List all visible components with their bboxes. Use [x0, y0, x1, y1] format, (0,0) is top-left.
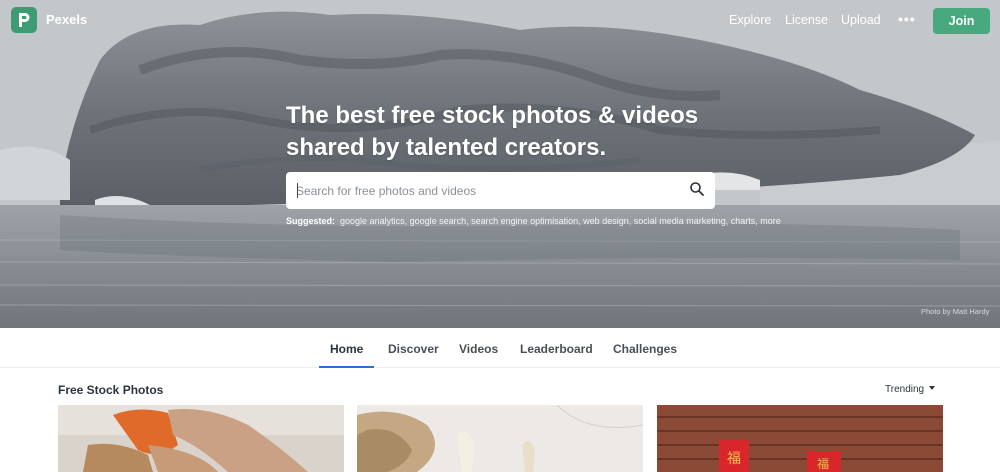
hero-title: The best free stock photos & videos shar… [286, 100, 756, 164]
photo-card[interactable] [357, 405, 643, 472]
text-caret [297, 183, 298, 198]
search-icon[interactable] [689, 181, 705, 197]
svg-text:福: 福 [727, 451, 741, 467]
nav-license-link[interactable]: License [785, 13, 828, 27]
hero-title-line-1: The best free stock photos & videos [286, 102, 699, 129]
photo-card[interactable] [58, 405, 344, 472]
section-title: Free Stock Photos [58, 383, 164, 397]
hero-banner: Pexels Explore License Upload ••• Join T… [0, 0, 1000, 328]
top-navigation: Pexels Explore License Upload ••• Join [0, 0, 1000, 42]
photo-credit[interactable]: Photo by Matt Hardy [921, 307, 989, 316]
sort-dropdown[interactable]: Trending [885, 384, 924, 395]
hero-background-image [0, 0, 1000, 328]
pexels-logo-icon [19, 13, 30, 27]
photo-image [58, 405, 344, 472]
pexels-logo[interactable] [11, 7, 37, 33]
svg-text:福: 福 [817, 456, 829, 471]
tab-challenges[interactable]: Challenges [613, 342, 677, 356]
nav-upload-link[interactable]: Upload [841, 13, 881, 27]
photo-image [357, 405, 643, 472]
nav-explore-link[interactable]: Explore [729, 13, 771, 27]
suggested-searches: Suggested: google analytics, google sear… [286, 216, 781, 226]
content-tabs: Home Discover Videos Leaderboard Challen… [0, 328, 1000, 368]
suggested-label: Suggested: [286, 216, 336, 226]
chevron-down-icon[interactable] [929, 386, 935, 390]
more-icon[interactable]: ••• [898, 12, 916, 26]
search-input[interactable] [296, 181, 676, 201]
tab-home[interactable]: Home [330, 342, 363, 356]
active-tab-indicator [319, 366, 374, 368]
tab-leaderboard[interactable]: Leaderboard [520, 342, 593, 356]
hero-title-line-2: shared by talented creators. [286, 134, 607, 161]
photo-card[interactable]: 福 福 [657, 405, 943, 472]
brand-name[interactable]: Pexels [46, 12, 87, 27]
suggestion-links[interactable]: google analytics, google search, search … [340, 216, 781, 226]
search-box[interactable] [286, 172, 715, 209]
tab-discover[interactable]: Discover [388, 342, 439, 356]
join-button[interactable]: Join [933, 8, 990, 34]
photo-image: 福 福 [657, 405, 943, 472]
tab-videos[interactable]: Videos [459, 342, 498, 356]
